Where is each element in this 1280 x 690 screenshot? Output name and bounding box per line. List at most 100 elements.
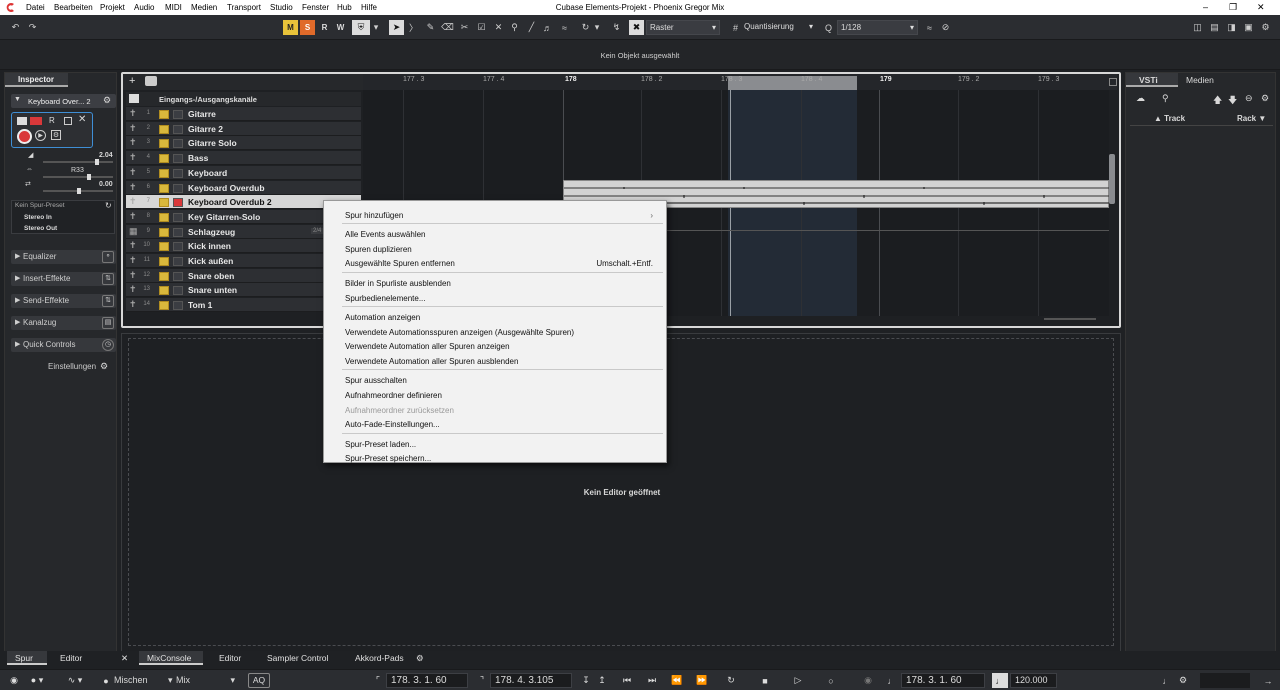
menu-fenster[interactable]: Fenster (302, 3, 329, 12)
track-name[interactable]: Key Gitarren-Solo (188, 212, 260, 222)
expand-icon[interactable]: → (1260, 673, 1276, 688)
context-menu-item[interactable]: Automation anzeigen (345, 312, 420, 324)
iterative-quantize-icon[interactable]: ≈ (922, 20, 937, 35)
folder-track[interactable]: Eingangs-/Ausgangskanäle (126, 92, 361, 106)
solo-button[interactable] (173, 286, 183, 296)
write-button[interactable] (64, 117, 72, 125)
zoom-icon[interactable] (1109, 78, 1117, 86)
rewind-icon[interactable]: ⏪ (669, 673, 685, 688)
tab-mixconsole[interactable]: MixConsole (139, 651, 203, 665)
context-menu-item[interactable]: Verwendete Automationsspuren anzeigen (A… (345, 327, 574, 339)
redo-icon[interactable]: ↷ (25, 20, 40, 35)
tab-spur[interactable]: Spur (7, 651, 47, 665)
right-locator-icon[interactable]: ⌝ (474, 673, 490, 688)
section-equalizer[interactable]: ▶ Equalizer ⚬ (11, 250, 116, 264)
mute-toggle-button[interactable]: M (283, 20, 298, 35)
solo-button[interactable] (173, 168, 183, 178)
track-visibility-icon[interactable] (145, 76, 157, 86)
mute-button[interactable] (159, 286, 169, 296)
track-name[interactable]: Snare unten (188, 285, 237, 295)
section-quick-controls[interactable]: ▶ Quick Controls ◷ (11, 338, 116, 352)
punch-out-icon[interactable]: ↥ (594, 673, 610, 688)
context-menu-item[interactable]: Spurbedienelemente... (345, 293, 426, 305)
track-name[interactable]: Keyboard (188, 168, 227, 178)
solo-button[interactable] (173, 198, 183, 208)
quantize-value-select[interactable]: 1/128 ▾ (837, 20, 918, 35)
mute-button[interactable] (159, 168, 169, 178)
tab-editor[interactable]: Editor (211, 651, 249, 665)
vertical-scrollbar[interactable] (1109, 154, 1115, 204)
menu-bearbeiten[interactable]: Bearbeiten (54, 3, 93, 12)
solo-button[interactable] (173, 124, 183, 134)
solo-button[interactable] (173, 110, 183, 119)
menu-studio[interactable]: Studio (270, 3, 293, 12)
track-row[interactable]: ✝ 1 Gitarre (126, 107, 361, 121)
speaker-tool-icon[interactable]: ♬ (540, 20, 555, 35)
pan-value[interactable]: R33 (71, 167, 84, 174)
mute-tool-icon[interactable]: ✕ (491, 20, 506, 35)
context-menu-item[interactable]: Ausgewählte Spuren entfernen (345, 258, 455, 270)
undo-icon[interactable]: ↶ (8, 20, 23, 35)
glue-tool-icon[interactable]: ☑ (474, 20, 489, 35)
restore-icon[interactable]: ❐ (1229, 2, 1237, 13)
mute-button[interactable] (159, 212, 169, 222)
context-menu-item[interactable]: Spur ausschalten (345, 375, 407, 387)
close-lower-zone-icon[interactable]: ✕ (117, 651, 132, 665)
record-button[interactable] (17, 129, 32, 144)
volume-value[interactable]: 2.04 (99, 152, 113, 159)
context-menu-item[interactable]: Spur hinzufügen (345, 210, 403, 222)
read-button[interactable]: R (49, 116, 55, 125)
tempo-field[interactable]: 120.000 (1010, 673, 1057, 688)
mute-button[interactable] (159, 242, 169, 252)
metronome-icon[interactable]: ♩ (1159, 673, 1175, 688)
context-menu-item[interactable]: Bilder in Spurliste ausblenden (345, 278, 451, 290)
click-icon[interactable]: ◉ (860, 673, 876, 688)
snap-icon[interactable]: ↯ (609, 20, 624, 35)
mix-value-select[interactable]: Mix ▾ (176, 675, 235, 686)
context-menu-item[interactable]: Spur-Preset laden... (345, 439, 416, 451)
solo-button[interactable] (173, 154, 183, 164)
context-menu-item[interactable]: Alle Events auswählen (345, 229, 426, 241)
mute-button[interactable] (159, 110, 169, 119)
collapse-icon[interactable]: ⊖ (1245, 93, 1253, 104)
forward-icon[interactable]: ⏩ (694, 673, 710, 688)
arrow-down-icon[interactable]: 🡇 (1228, 93, 1237, 109)
context-menu-item[interactable]: Verwendete Automation aller Spuren anzei… (345, 341, 510, 353)
tab-vsti[interactable]: VSTi (1126, 73, 1178, 87)
settings-gear-icon[interactable]: ⚙ (100, 361, 108, 372)
track-row[interactable]: ✝ 4 Bass (126, 151, 361, 166)
track-row[interactable]: ✝ 5 Keyboard (126, 165, 361, 180)
context-menu-item[interactable]: Verwendete Automation aller Spuren ausbl… (345, 356, 518, 368)
solo-button[interactable] (173, 257, 183, 266)
search-icon[interactable]: ⚲ (1162, 93, 1176, 105)
mute-button[interactable] (159, 154, 169, 164)
gear-icon[interactable]: ⚙ (1258, 20, 1273, 35)
eq-icon[interactable]: ⚬ (102, 251, 114, 263)
menu-midi[interactable]: MIDI (165, 3, 182, 12)
track-preset-label[interactable]: Kein Spur-Preset (15, 202, 65, 209)
waveform-mode-icon[interactable]: ∿ ▾ (62, 673, 88, 688)
mute-button[interactable] (159, 139, 169, 149)
preset-icon[interactable]: ↻ (105, 201, 112, 210)
volume-slider-handle[interactable] (95, 159, 99, 165)
layout-bottom-icon[interactable]: ▤ (1207, 20, 1222, 35)
record-icon[interactable]: ○ (823, 673, 839, 688)
snap-mode-icon[interactable]: ↻ (578, 20, 593, 35)
cycle-icon[interactable]: ↻ (723, 673, 739, 688)
chevron-down-icon[interactable]: ▾ (371, 20, 381, 35)
right-locator-field[interactable]: 178. 4. 3.105 (490, 673, 572, 688)
grid-type-select[interactable]: Raster ▾ (646, 20, 720, 35)
menu-hilfe[interactable]: Hilfe (361, 3, 377, 12)
play-icon[interactable]: ▷ (790, 673, 806, 688)
context-menu-item[interactable]: Auto-Fade-Einstellungen... (345, 419, 440, 431)
go-to-end-icon[interactable]: ⏭ (644, 673, 660, 688)
track-name[interactable]: Kick außen (188, 256, 233, 266)
horizontal-zoom-slider[interactable] (1044, 318, 1096, 320)
solo-button[interactable] (173, 301, 183, 311)
track-row[interactable]: ✝ 2 Gitarre 2 (126, 121, 361, 136)
mute-button[interactable] (159, 124, 169, 134)
menu-medien[interactable]: Medien (191, 3, 217, 12)
cross-icon[interactable]: ✕ (78, 114, 86, 125)
go-to-start-icon[interactable]: ⏮ (619, 673, 635, 688)
context-menu-item[interactable]: Spuren duplizieren (345, 244, 412, 256)
